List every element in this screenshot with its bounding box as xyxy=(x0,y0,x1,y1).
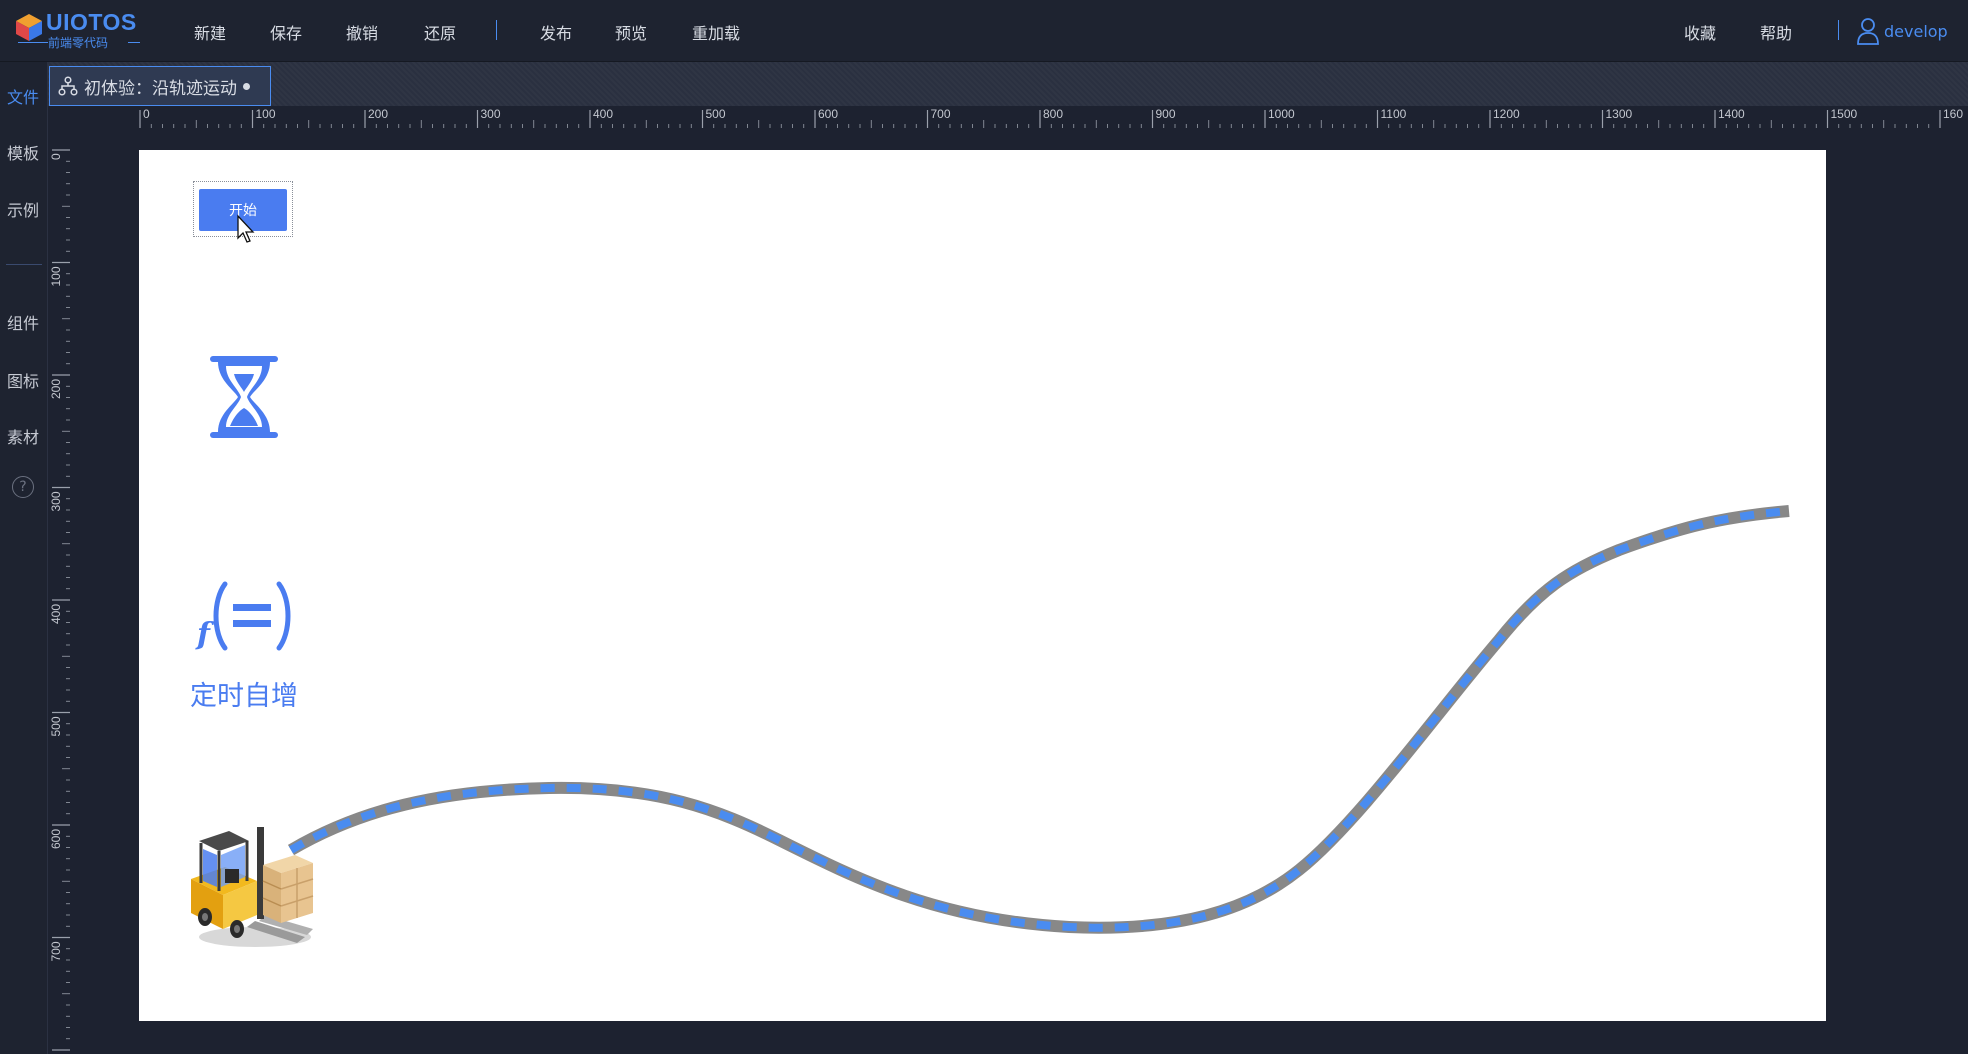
menu-divider xyxy=(1838,20,1839,40)
design-canvas[interactable]: 开始 f 定时自增 xyxy=(139,150,1826,1021)
logo-subtitle: 前端零代码 xyxy=(16,34,140,51)
ruler-label: 100 xyxy=(256,107,276,121)
ruler-label: 800 xyxy=(1043,107,1063,121)
ruler-label: 0 xyxy=(49,153,63,160)
tab-bar: 初体验：沿轨迹运动 xyxy=(48,62,1968,106)
ruler-label: 1500 xyxy=(1831,107,1858,121)
menu-new-button[interactable]: 新建 xyxy=(194,20,226,44)
menu-reload-button[interactable]: 重加载 xyxy=(692,20,740,44)
ruler-label: 600 xyxy=(49,829,63,849)
ruler-label: 300 xyxy=(481,107,501,121)
hourglass-icon[interactable] xyxy=(210,356,278,438)
user-icon xyxy=(1857,18,1879,45)
ruler-label: 200 xyxy=(49,379,63,399)
logo[interactable]: UIOTOS 前端零代码 xyxy=(14,8,142,52)
sidebar-item-template[interactable]: 模板 xyxy=(0,140,46,164)
ruler-label: 1300 xyxy=(1606,107,1633,121)
tab-trajectory-demo[interactable]: 初体验：沿轨迹运动 xyxy=(49,66,271,106)
horizontal-ruler: 0 100 200 300 400 500 600 700 800 900 1000 1100 1200… xyxy=(48,106,1968,128)
ruler-label: 400 xyxy=(49,604,63,624)
horizontal-ruler-ticks: 0 100 200 300 400 500 600 700 800 900 1000 1100 1200… xyxy=(139,107,1963,128)
ruler-label: 700 xyxy=(931,107,951,121)
ruler-label: 700 xyxy=(49,941,63,961)
ruler-label: 600 xyxy=(818,107,838,121)
user-name: develop xyxy=(1884,21,1948,41)
vertical-ruler: 0 100 200 300 400 500 600 700 xyxy=(48,128,70,1054)
menu-separator xyxy=(496,20,497,40)
ruler-label: 1000 xyxy=(1268,107,1295,121)
tab-title: 初体验：沿轨迹运动 xyxy=(84,78,237,99)
menu-preview-button[interactable]: 预览 xyxy=(615,20,647,44)
ruler-label: 400 xyxy=(593,107,613,121)
forklift-image[interactable] xyxy=(185,825,315,955)
menu-help-button[interactable]: 帮助 xyxy=(1760,20,1792,44)
ruler-label: 500 xyxy=(706,107,726,121)
ruler-label: 300 xyxy=(49,491,63,511)
svg-text:f: f xyxy=(195,617,215,652)
unsaved-dot xyxy=(243,82,250,90)
vertical-ruler-ticks: 0 100 200 300 400 500 600 700 xyxy=(49,149,70,1051)
sidebar-divider xyxy=(6,264,42,265)
sidebar-item-icon[interactable]: 图标 xyxy=(0,368,46,392)
help-icon[interactable]: ? xyxy=(12,476,34,498)
sidebar-item-material[interactable]: 素材 xyxy=(0,424,46,448)
menu-undo-button[interactable]: 撤销 xyxy=(346,20,378,44)
ruler-label: 1100 xyxy=(1381,107,1407,121)
mouse-cursor-icon xyxy=(237,214,255,243)
menu-publish-button[interactable]: 发布 xyxy=(540,20,572,44)
user-menu[interactable]: develop xyxy=(1856,17,1948,45)
ruler-label: 900 xyxy=(1156,107,1176,121)
ruler-label: 0 xyxy=(143,107,150,121)
timer-increment-label: 定时自增 xyxy=(190,681,298,712)
flow-graph-icon xyxy=(58,76,78,96)
function-icon[interactable]: f xyxy=(195,580,291,652)
menu-save-button[interactable]: 保存 xyxy=(270,20,302,44)
ruler-label: 1400 xyxy=(1718,107,1745,121)
sidebar-item-component[interactable]: 组件 xyxy=(0,310,46,334)
ruler-label: 500 xyxy=(49,716,63,736)
left-sidebar: 文件模板示例组件图标素材 ? xyxy=(0,62,48,1054)
menu-favorites-button[interactable]: 收藏 xyxy=(1684,20,1716,44)
motion-track xyxy=(287,505,1790,934)
sidebar-item-example[interactable]: 示例 xyxy=(0,197,46,221)
ruler-label: 1200 xyxy=(1493,107,1520,121)
ruler-label: 200 xyxy=(368,107,388,121)
ruler-label: 100 xyxy=(49,266,63,286)
ruler-label: 160 xyxy=(1943,107,1963,121)
workspace: 开始 f 定时自增 xyxy=(70,128,1968,1054)
sidebar-item-file[interactable]: 文件 xyxy=(0,84,46,108)
track-rail xyxy=(287,505,1790,934)
logo-title: UIOTOS xyxy=(46,9,137,35)
menu-redo-button[interactable]: 还原 xyxy=(424,20,456,44)
